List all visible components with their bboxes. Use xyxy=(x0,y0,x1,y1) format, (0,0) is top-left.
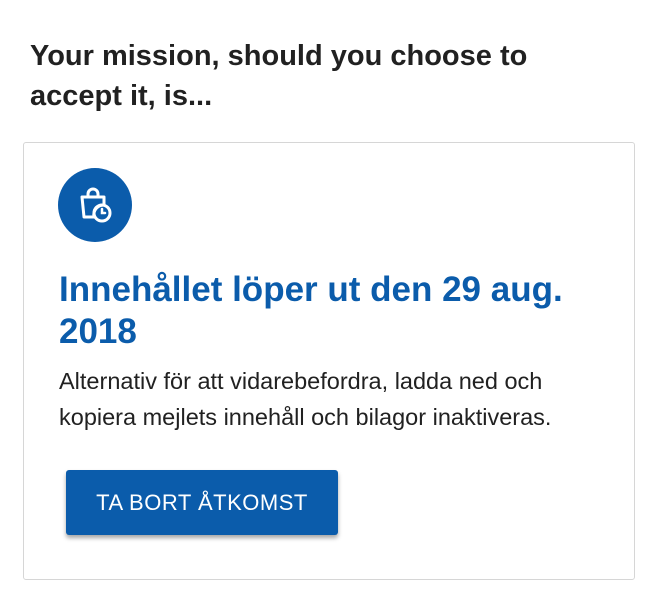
expiry-description: Alternativ för att vidarebefordra, ladda… xyxy=(59,368,552,430)
remove-access-button[interactable]: TA BORT ÅTKOMST xyxy=(66,470,338,535)
expiry-title: Innehållet löper ut den 29 aug. 2018 xyxy=(59,270,563,351)
bag-clock-icon xyxy=(80,187,112,223)
expiry-icon-badge xyxy=(58,168,132,242)
page-heading: Your mission, should you choose to accep… xyxy=(30,40,528,112)
expiry-card: Innehållet löper ut den 29 aug. 2018 Alt… xyxy=(23,142,635,580)
